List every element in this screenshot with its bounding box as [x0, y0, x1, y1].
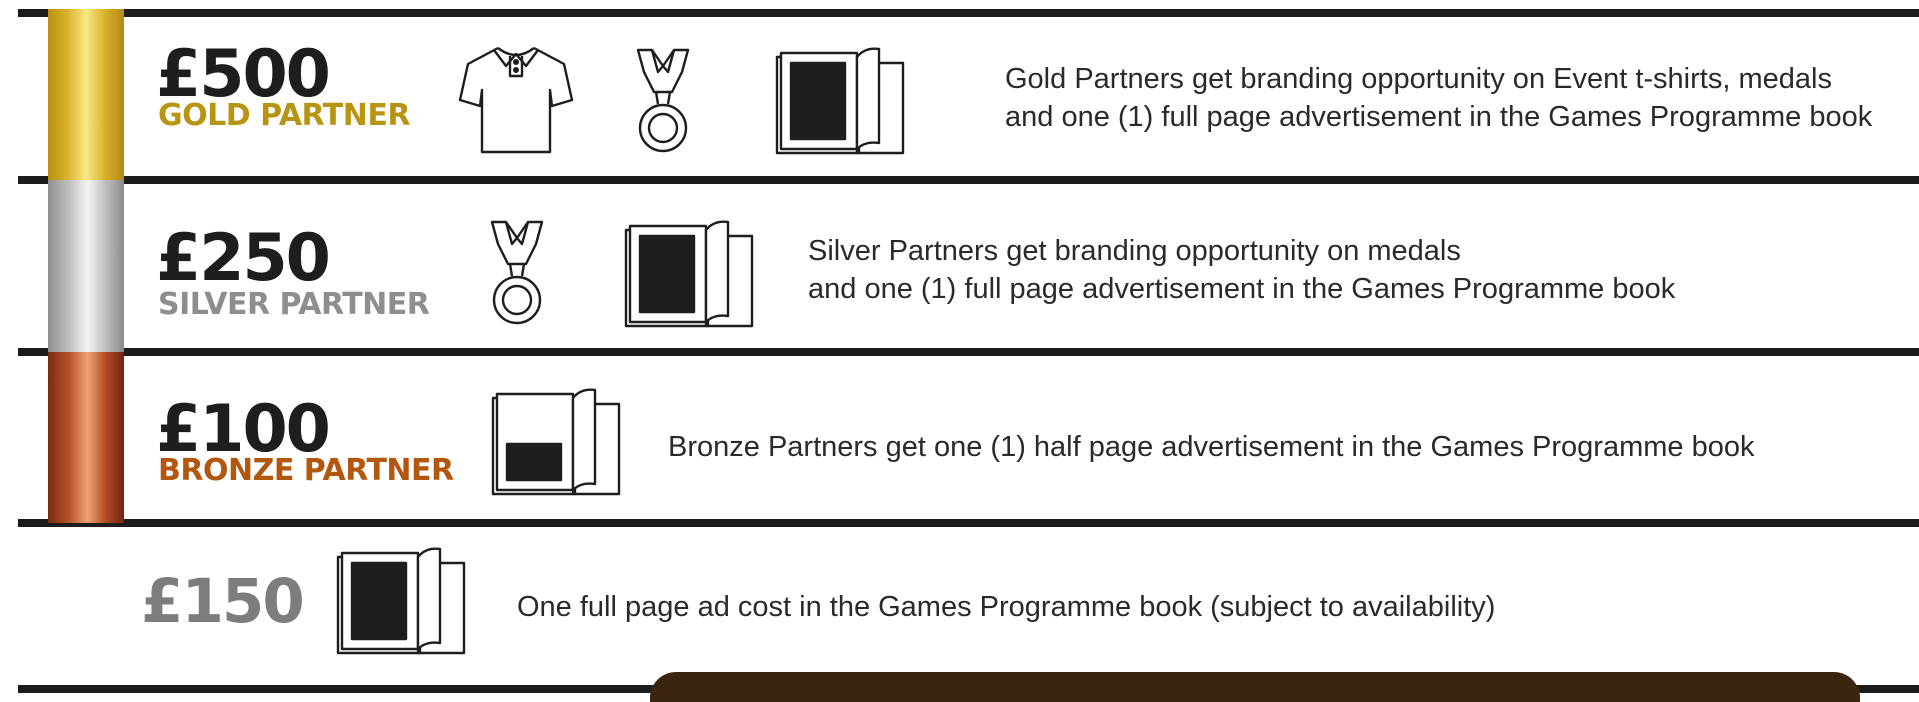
- silver-description: Silver Partners get branding opportunity…: [808, 232, 1675, 308]
- bronze-description: Bronze Partners get one (1) half page ad…: [668, 428, 1754, 466]
- programme-book-full-page-icon: [624, 220, 754, 328]
- gold-color-bar: [48, 9, 124, 180]
- programme-book-full-page-icon: [336, 547, 466, 655]
- silver-description-line: Silver Partners get branding opportunity…: [808, 235, 1461, 267]
- gold-description-line: and one (1) full page advertisement in t…: [1005, 101, 1873, 133]
- bronze-tier-name: BRONZE PARTNER: [158, 453, 454, 488]
- divider: [18, 519, 1919, 527]
- silver-color-bar: [48, 180, 124, 352]
- bronze-description-line: Bronze Partners get one (1) half page ad…: [668, 431, 1755, 463]
- silver-price: £250: [156, 221, 331, 296]
- silver-tier-name: SILVER PARTNER: [158, 287, 430, 322]
- divider: [18, 9, 1919, 17]
- ad-price: £150: [141, 566, 305, 637]
- programme-book-full-page-icon: [775, 47, 905, 155]
- medal-icon: [636, 48, 690, 153]
- t-shirt-icon: [458, 46, 574, 154]
- silver-description-line: and one (1) full page advertisement in t…: [808, 273, 1676, 305]
- medal-icon: [490, 220, 544, 325]
- divider: [18, 348, 1919, 356]
- divider: [18, 176, 1919, 184]
- gold-description-line: Gold Partners get branding opportunity o…: [1005, 63, 1832, 95]
- bottom-banner: [650, 672, 1860, 702]
- gold-description: Gold Partners get branding opportunity o…: [1005, 60, 1872, 136]
- ad-description: One full page ad cost in the Games Progr…: [517, 591, 1496, 623]
- programme-book-half-page-icon: [491, 388, 621, 496]
- gold-tier-name: GOLD PARTNER: [158, 98, 410, 133]
- bronze-color-bar: [48, 352, 124, 523]
